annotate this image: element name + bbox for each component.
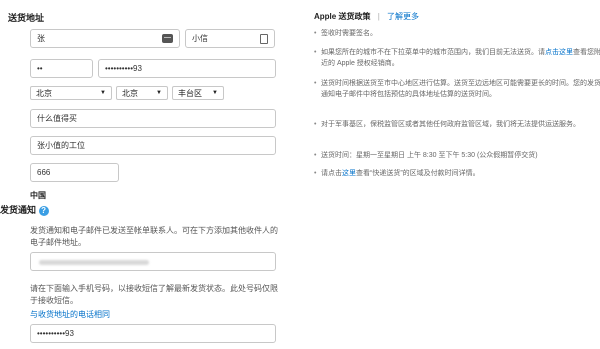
city-select[interactable]: 北京 ▼ xyxy=(116,86,168,100)
address-line2-value: 张小值的工位 xyxy=(37,141,85,150)
address-line2-field[interactable]: 张小值的工位 xyxy=(30,136,276,155)
phone-field[interactable]: ••••••••••93 xyxy=(98,59,276,78)
email-recipient-field[interactable] xyxy=(30,252,276,271)
address-line1-value: 什么值得买 xyxy=(37,114,77,123)
area-code-field[interactable]: •• xyxy=(30,59,93,78)
policy-item: 送货时间：星期一至星期日 上午 8:30 至下午 5:30 (公众假期暂停交货) xyxy=(314,150,600,161)
last-name-field[interactable]: 张 xyxy=(30,29,180,48)
postal-code-field[interactable]: 666 xyxy=(30,163,119,182)
sms-phone-value: ••••••••••93 xyxy=(37,329,74,338)
province-select[interactable]: 北京 ▼ xyxy=(30,86,112,100)
area-code-value: •• xyxy=(37,64,43,73)
last-name-value: 张 xyxy=(37,34,45,43)
same-phone-link[interactable]: 与收货地址的电话相同 xyxy=(30,309,110,321)
notification-title-text: 发货通知 xyxy=(0,205,37,215)
policy-item: 对于军事基区，保税监管区或者其他任何政府监管区域，我们将无法提供运送服务。 xyxy=(314,119,600,130)
policy-item-text: 如果您所在的城市不在下拉菜单中的城市范围内，我们目前无法送货。请 xyxy=(321,49,545,56)
chevron-down-icon: ▼ xyxy=(156,90,162,96)
district-select[interactable]: 丰台区 ▼ xyxy=(172,86,224,100)
policy-title: Apple 送货政策 xyxy=(314,12,371,21)
phone-value: ••••••••••93 xyxy=(105,64,142,73)
policy-item-text: 对于军事基区，保税监管区或者其他任何政府监管区域，我们将无法提供运送服务。 xyxy=(321,121,580,128)
contact-card-icon[interactable] xyxy=(260,33,268,44)
chevron-down-icon: ▼ xyxy=(212,90,218,96)
city-value: 北京 xyxy=(122,88,138,98)
policy-item-text: 送货时间：星期一至星期日 上午 8:30 至下午 5:30 (公众假期暂停交货) xyxy=(321,152,538,159)
express-link[interactable]: 这里 xyxy=(342,170,356,177)
policy-item: 请点击这里查看“快递送货”的区域及付款时间详情。 xyxy=(314,168,600,179)
sms-phone-field[interactable]: ••••••••••93 xyxy=(30,324,276,343)
address-line1-field[interactable]: 什么值得买 xyxy=(30,109,276,128)
learn-more-link[interactable]: 了解更多 xyxy=(387,12,419,21)
policy-item-text: 查看“快递送货”的区域及付款时间详情。 xyxy=(356,170,480,177)
district-value: 丰台区 xyxy=(178,88,202,98)
chevron-down-icon: ▼ xyxy=(100,90,106,96)
card-icon[interactable] xyxy=(162,34,173,43)
help-icon[interactable]: ? xyxy=(38,205,49,216)
first-name-field[interactable]: 小信 xyxy=(185,29,275,48)
province-value: 北京 xyxy=(36,88,52,98)
blurred-email xyxy=(39,260,149,265)
sms-description: 请在下面输入手机号码，以接收短信了解最新发货状态。此处号码仅限于接收短信。 xyxy=(30,284,278,305)
policy-item-text: 请点击 xyxy=(321,170,342,177)
email-description: 发货通知和电子邮件已发送至帐单联系人。可在下方添加其他收件人的电子邮件地址。 xyxy=(30,226,278,247)
country-label: 中国 xyxy=(30,191,46,200)
notification-section-title: 发货通知 ? xyxy=(0,203,49,216)
policy-item: 送货时间根据送货至市中心地区进行估算。送货至边远地区可能需要更长的时间。您的发货… xyxy=(314,78,600,100)
first-name-value: 小信 xyxy=(192,34,208,43)
policy-item-text: 签收时需要签名。 xyxy=(321,30,377,37)
policy-item: 签收时需要签名。 xyxy=(314,28,600,39)
postal-code-value: 666 xyxy=(37,168,51,177)
dealer-link[interactable]: 点击这里 xyxy=(545,49,573,56)
policy-item: 如果您所在的城市不在下拉菜单中的城市范围内，我们目前无法送货。请点击这里查看您附… xyxy=(314,47,600,69)
policy-header: Apple 送货政策 | 了解更多 xyxy=(314,11,419,22)
shipping-section-title: 送货地址 xyxy=(8,13,45,23)
policy-separator: | xyxy=(377,12,380,21)
policy-item-text: 送货时间根据送货至市中心地区进行估算。送货至边远地区可能需要更长的时间。您的发货… xyxy=(321,80,600,98)
